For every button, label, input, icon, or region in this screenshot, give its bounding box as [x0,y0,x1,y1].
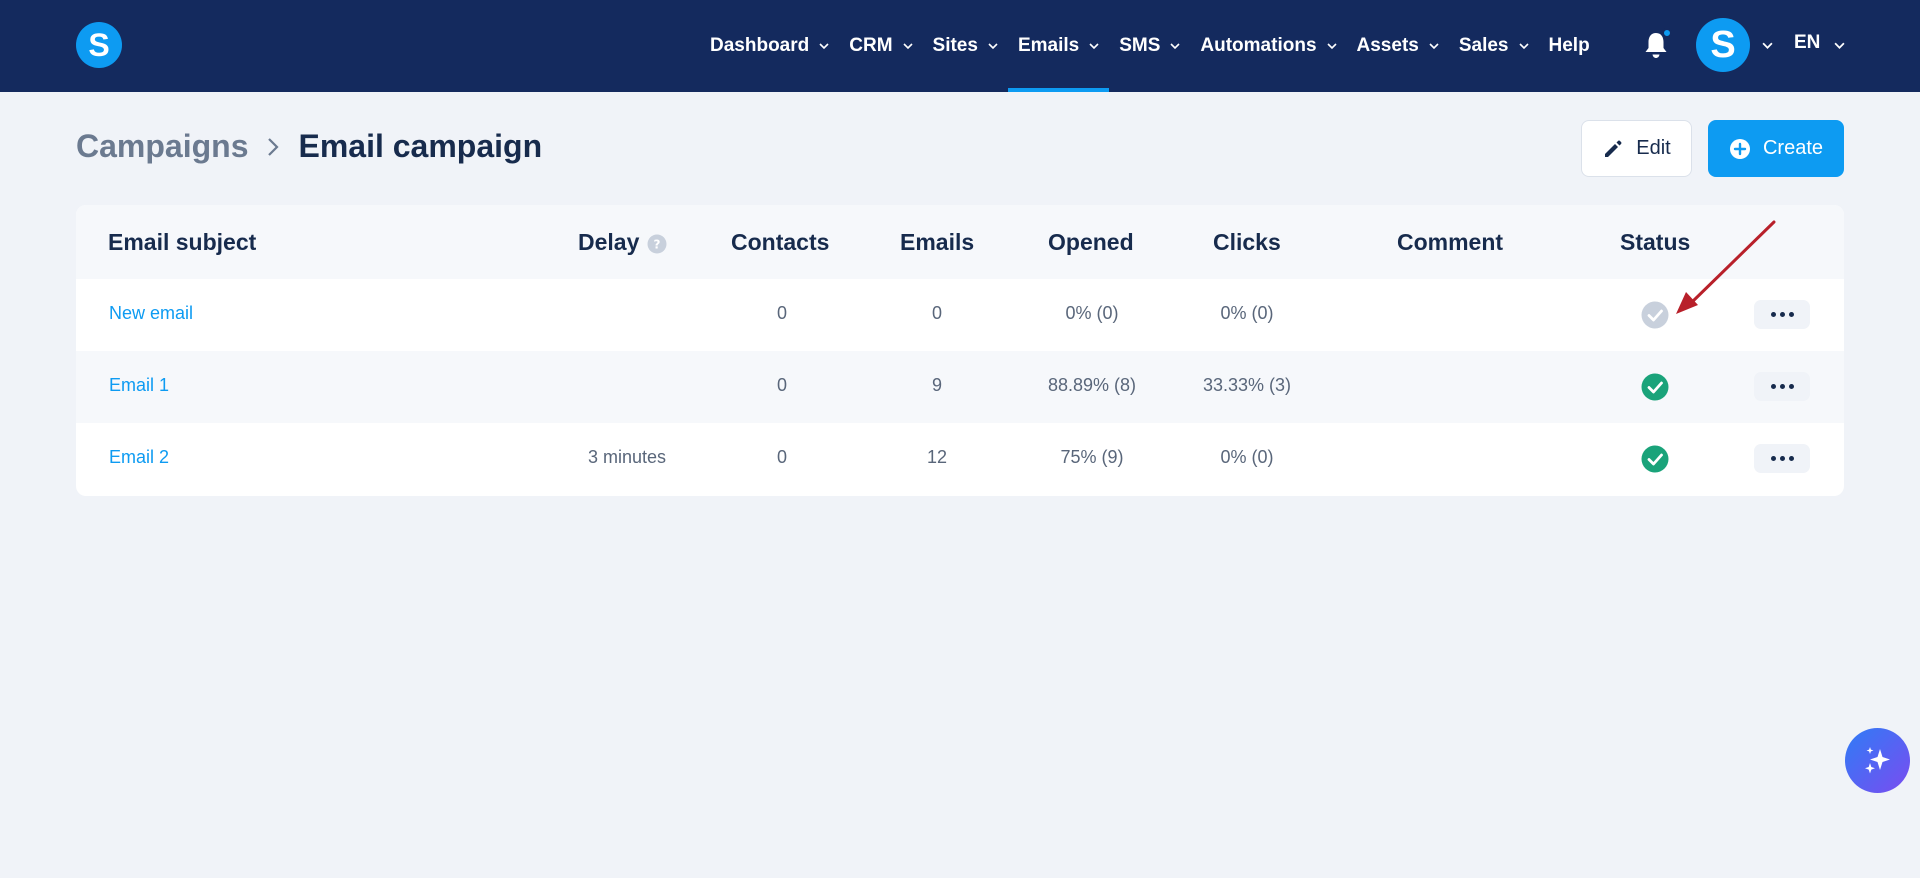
nav-assets[interactable]: Assets [1347,0,1449,92]
header-comment: Comment [1397,229,1504,255]
table-row: Email 1 0 9 88.89% (8) 33.33% (3) [76,351,1844,423]
check-circle-icon[interactable] [1641,373,1669,401]
emails-cell: 0 [931,303,943,323]
edit-button[interactable]: Edit [1581,120,1692,177]
chevron-down-icon [1170,43,1180,50]
nav-label: Dashboard [710,35,810,56]
clicks-cell: 0% (0) [1220,303,1274,323]
dot [1779,384,1785,389]
header-email-subject: Email subject [108,229,257,255]
dot [1770,456,1776,461]
dot [1770,384,1776,389]
opened-cell: 75% (9) [1060,447,1124,467]
nav-label: Sales [1458,35,1509,56]
nav-label: Sites [932,35,978,56]
main-nav: Dashboard CRM Sites Emails SMS Automatio… [700,0,1600,92]
chevron-down-icon[interactable] [1834,40,1845,51]
chevron-down-icon[interactable] [1762,40,1773,51]
delay-cell: 3 minutes [587,447,667,467]
create-button-label: Create [1762,137,1824,159]
avatar[interactable]: S [1696,18,1750,72]
contacts-cell: 0 [776,375,788,395]
header-delay: Delay? [578,229,667,256]
chevron-down-icon [1326,43,1337,50]
language-selector[interactable]: EN [1794,32,1820,54]
header-opened: Opened [1048,229,1134,255]
dot [1788,456,1794,461]
chevron-down-icon [988,43,998,50]
breadcrumb: Campaigns Email campaign [76,128,542,165]
check-circle-icon[interactable] [1641,301,1669,329]
table-row: Email 2 3 minutes 0 12 75% (9) 0% (0) [76,423,1844,495]
chevron-down-icon [902,43,913,50]
dot [1779,456,1785,461]
table-header: Email subject Delay? Contacts Emails Ope… [76,205,1844,279]
emails-cell: 12 [926,447,948,467]
notification-dot [1662,28,1672,38]
ai-assistant-button[interactable] [1845,728,1910,793]
clicks-cell: 33.33% (3) [1202,375,1292,395]
chevron-down-icon [1518,43,1529,50]
nav-label: Automations [1200,35,1317,56]
create-button[interactable]: Create [1708,120,1844,177]
nav-label: SMS [1119,35,1161,56]
email-subject-link[interactable]: Email 2 [109,447,169,468]
plus-circle-icon [1729,138,1750,159]
nav-help[interactable]: Help [1539,0,1600,92]
help-circle-icon[interactable]: ? [647,234,667,254]
nav-label: CRM [849,35,893,56]
chevron-down-icon [1089,43,1099,50]
svg-text:?: ? [654,237,661,251]
annotation-arrow [1676,220,1776,314]
dot [1788,312,1794,317]
top-navbar: S Dashboard CRM Sites Emails SMS Automat… [0,0,1920,92]
row-actions-button[interactable] [1754,444,1810,473]
row-actions-button[interactable] [1754,372,1810,401]
opened-cell: 0% (0) [1065,303,1119,323]
header-delay-label: Delay [578,229,640,255]
header-clicks: Clicks [1213,229,1281,255]
app-logo[interactable]: S [76,22,122,68]
campaign-emails-table: Email subject Delay? Contacts Emails Ope… [76,205,1844,496]
edit-button-label: Edit [1636,137,1671,159]
chevron-right-icon [268,137,280,156]
pencil-icon [1605,140,1622,157]
sparkles-icon [1864,746,1890,773]
nav-dashboard[interactable]: Dashboard [700,0,839,92]
page-title: Email campaign [298,128,543,164]
nav-label: Emails [1017,35,1080,56]
email-subject-link[interactable]: Email 1 [109,375,169,396]
nav-automations[interactable]: Automations [1190,0,1346,92]
nav-sms[interactable]: SMS [1109,0,1190,92]
check-circle-icon[interactable] [1641,445,1669,473]
clicks-cell: 0% (0) [1220,447,1274,467]
chevron-down-icon [1429,43,1439,50]
contacts-cell: 0 [776,447,788,467]
nav-sales[interactable]: Sales [1449,0,1539,92]
table-row: New email 0 0 0% (0) 0% (0) [76,279,1844,351]
chevron-down-icon [819,43,829,50]
email-subject-link[interactable]: New email [109,303,193,324]
header-contacts: Contacts [731,229,830,255]
nav-sites[interactable]: Sites [923,0,1008,92]
nav-crm[interactable]: CRM [839,0,922,92]
nav-label: Help [1548,35,1590,56]
header-emails: Emails [900,229,975,255]
dot [1788,384,1794,389]
breadcrumb-parent[interactable]: Campaigns [76,128,248,165]
nav-label: Assets [1356,35,1419,56]
nav-emails[interactable]: Emails [1007,0,1110,92]
opened-cell: 88.89% (8) [1047,375,1137,395]
emails-cell: 9 [931,375,943,395]
contacts-cell: 0 [776,303,788,323]
